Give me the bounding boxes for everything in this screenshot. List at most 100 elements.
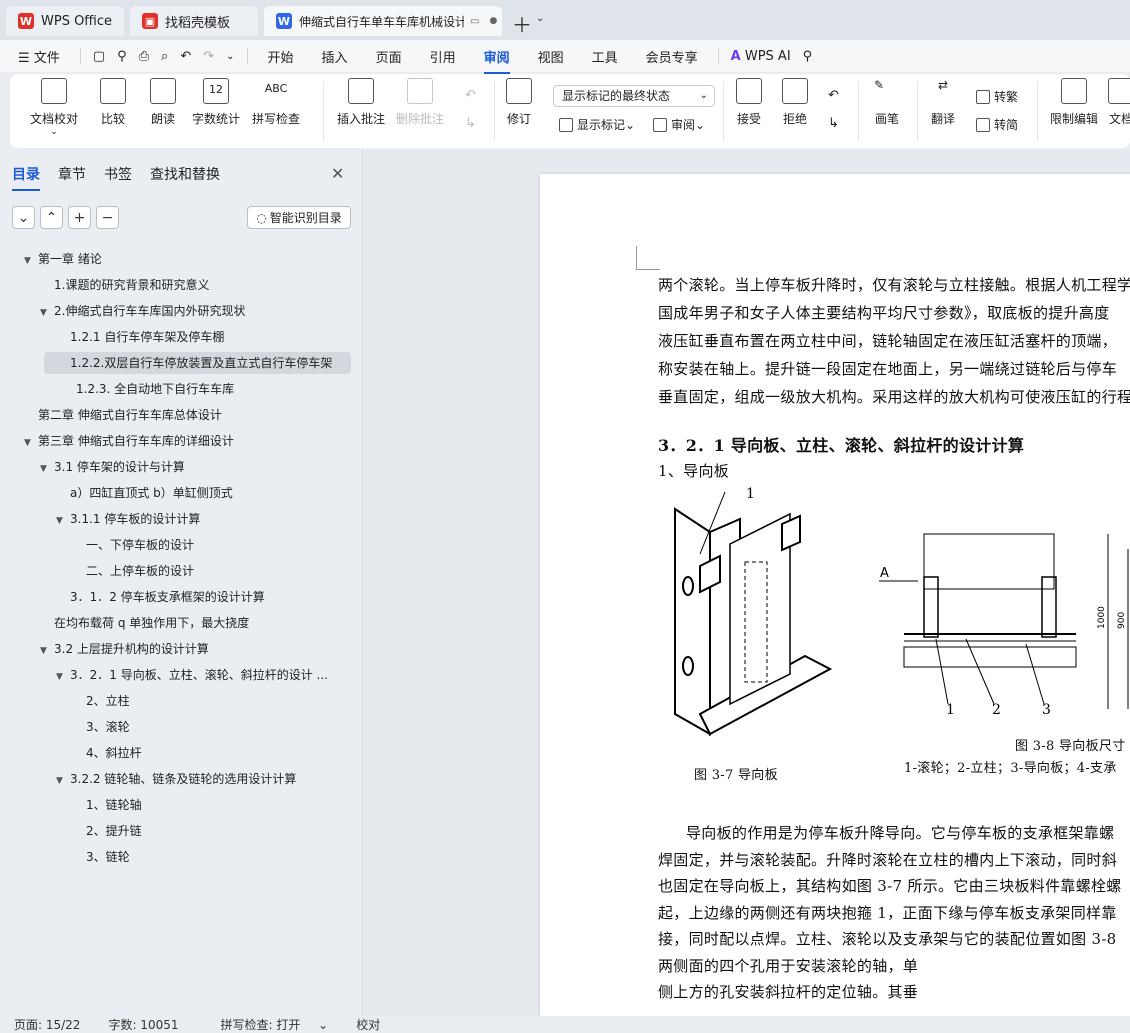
toc-item[interactable]: 1.2.1 自行车停车架及停车棚 [70, 326, 224, 348]
close-icon[interactable]: ✕ [331, 164, 344, 183]
add-heading-button[interactable]: + [68, 206, 91, 229]
read-aloud-button[interactable]: 朗读 [150, 78, 176, 127]
menu-start[interactable]: 开始 [254, 47, 308, 66]
toc-item[interactable]: 2、立柱 [86, 690, 130, 712]
accept-button[interactable]: 接受 [736, 78, 762, 127]
restrict-edit-button[interactable]: 限制编辑 [1050, 78, 1098, 127]
delete-comment-button[interactable]: 删除批注 [396, 78, 444, 127]
collapse-up-button[interactable]: ⌃ [40, 206, 63, 229]
prev-comment-icon[interactable]: ↶ [465, 88, 476, 103]
save-icon[interactable]: ▢ [87, 49, 111, 64]
show-markup-button[interactable]: 显示标记 ⌄ [559, 116, 635, 133]
toc-item[interactable]: ▼ 3.1 停车架的设计与计算 [40, 456, 185, 478]
markup-state-select[interactable]: 显示标记的最终状态 ⌄ [553, 85, 715, 107]
toc-item[interactable]: ▼ 3．2．1 导向板、立柱、滚轮、斜拉杆的设计 ... [56, 664, 328, 686]
expand-arrow-icon[interactable]: ▼ [56, 770, 70, 792]
tab-find-replace[interactable]: 查找和替换 [150, 164, 220, 191]
menu-review[interactable]: 审阅 [470, 47, 524, 74]
expand-arrow-icon[interactable]: ▼ [56, 666, 70, 688]
undo-icon[interactable]: ↶ [174, 49, 197, 64]
tab-chapters[interactable]: 章节 [58, 164, 86, 191]
expand-arrow-icon[interactable]: ▼ [24, 432, 38, 454]
tab-template[interactable]: ▣ 找稻壳模板 [130, 6, 258, 36]
to-simplified-button[interactable]: 转简 [976, 116, 1018, 133]
to-traditional-button[interactable]: 转繁 [976, 88, 1018, 105]
toc-item[interactable]: 第二章 伸缩式自行车车库总体设计 [38, 404, 222, 426]
proof-status[interactable]: 校对 [342, 1016, 394, 1033]
track-changes-button[interactable]: 修订 [506, 78, 532, 127]
expand-arrow-icon[interactable]: ▼ [40, 302, 54, 324]
toc-item-label: 第三章 伸缩式自行车车库的详细设计 [38, 434, 234, 448]
next-change-icon[interactable]: ↳ [828, 116, 839, 131]
more-chevron-icon[interactable]: ⌄ [220, 51, 240, 62]
chevron-down-icon[interactable]: ⌄ [536, 13, 544, 24]
toc-item[interactable]: 在均布载荷 q 单独作用下，最大挠度 [54, 612, 249, 634]
menu-insert[interactable]: 插入 [308, 47, 362, 66]
collapse-down-button[interactable]: ⌄ [12, 206, 35, 229]
expand-arrow-icon[interactable]: ▼ [40, 640, 54, 662]
menu-file[interactable]: ☰ 文件 [0, 47, 74, 66]
pen-button[interactable]: ✎ 画笔 [874, 78, 900, 127]
toc-item[interactable]: 2、提升链 [86, 820, 142, 842]
menu-page[interactable]: 页面 [362, 47, 416, 66]
text-line: 两个滚轮。当上停车板升降时，仅有滚轮与立柱接触。根据人机工程学 [658, 276, 1130, 294]
reject-button[interactable]: 拒绝 [782, 78, 808, 127]
spell-check-button[interactable]: ABC 拼写检查 [252, 78, 300, 127]
new-tab-icon[interactable]: ＋ [512, 9, 532, 38]
document-page[interactable]: 两个滚轮。当上停车板升降时，仅有滚轮与立柱接触。根据人机工程学 国成年男子和女子人… [540, 174, 1130, 1016]
expand-arrow-icon[interactable]: ▼ [40, 458, 54, 480]
toc-item[interactable]: ▼ 3.2 上层提升机构的设计计算 [40, 638, 209, 660]
toc-item[interactable]: 二、上停车板的设计 [86, 560, 194, 582]
toc-item[interactable]: ▼ 第一章 绪论 [24, 248, 102, 270]
page-indicator[interactable]: 页面: 15/22 [0, 1016, 94, 1033]
toc-item[interactable]: a）四缸直顶式 b）单缸侧顶式 [70, 482, 233, 504]
review-pane-button[interactable]: 审阅 ⌄ [653, 116, 705, 133]
print-preview-icon[interactable]: ⌕ [155, 49, 174, 64]
toc-item[interactable]: 3、滚轮 [86, 716, 130, 738]
smart-toc-button[interactable]: ◌ 智能识别目录 [247, 206, 351, 229]
next-comment-icon[interactable]: ↳ [465, 116, 476, 131]
tab-label: 找稻壳模板 [165, 15, 231, 31]
expand-arrow-icon[interactable]: ▼ [24, 250, 38, 272]
wps-ai-button[interactable]: A WPS AI [725, 49, 797, 64]
word-count[interactable]: 字数: 10051 [94, 1016, 192, 1033]
remove-heading-button[interactable]: − [96, 206, 119, 229]
insert-comment-button[interactable]: 插入批注 [337, 78, 385, 127]
toc-item[interactable]: ▼ 2.伸缩式自行车车库国内外研究现状 [40, 300, 245, 322]
toc-item[interactable]: 3．1．2 停车板支承框架的设计计算 [70, 586, 265, 608]
search-icon[interactable]: ⚲ [797, 49, 819, 64]
share-icon[interactable]: ⚲ [111, 49, 133, 64]
redo-icon[interactable]: ↷ [197, 49, 220, 64]
tab-bookmarks[interactable]: 书签 [104, 164, 132, 191]
toc-item[interactable]: ▼ 第三章 伸缩式自行车车库的详细设计 [24, 430, 234, 452]
translate-button[interactable]: ⇄ 翻译 [930, 78, 956, 127]
text-line: 国成年男子和女子人体主要结构平均尺寸参数》，取底板的提升高度 [658, 304, 1110, 322]
toc-item[interactable]: 1.课题的研究背景和研究意义 [54, 274, 209, 296]
menu-member[interactable]: 会员专享 [632, 47, 712, 66]
word-count-button[interactable]: 12 字数统计 [192, 78, 240, 127]
proofread-button[interactable]: 文档校对 ⌄ [30, 78, 78, 137]
toc-item[interactable]: 1.2.3. 全自动地下自行车车库 [76, 378, 234, 400]
menu-reference[interactable]: 引用 [416, 47, 470, 66]
prev-change-icon[interactable]: ↶ [828, 88, 839, 103]
section-heading: 3．2．1 导向板、立柱、滚轮、斜拉杆的设计计算 [658, 436, 1025, 455]
window-icon[interactable]: ▭ [470, 16, 479, 27]
toc-item[interactable]: 1、链轮轴 [86, 794, 142, 816]
toc-item[interactable]: 3、链轮 [86, 846, 130, 868]
compare-button[interactable]: 比较 [100, 78, 126, 127]
menu-tools[interactable]: 工具 [578, 47, 632, 66]
toc-item[interactable]: ▼ 3.1.1 停车板的设计计算 [56, 508, 200, 530]
toc-item[interactable]: 1.2.2.双层自行车停放装置及直立式自行车停车架 [44, 352, 351, 374]
toc-item[interactable]: 一、下停车板的设计 [86, 534, 194, 556]
toc-item[interactable]: 4、斜拉杆 [86, 742, 142, 764]
tab-wps-office[interactable]: W WPS Office [6, 6, 124, 36]
tab-document[interactable]: W 伸缩式自行车单车车库机械设计 ▭ ● [264, 6, 502, 36]
expand-arrow-icon[interactable]: ▼ [56, 510, 70, 532]
tab-toc[interactable]: 目录 [12, 164, 40, 191]
spell-check-status[interactable]: 拼写检查: 打开 ⌄ [193, 1016, 343, 1033]
toc-item[interactable]: ▼ 3.2.2 链轮轴、链条及链轮的选用设计计算 [56, 768, 296, 790]
print-icon[interactable]: ⎙ [133, 49, 155, 64]
document-button[interactable]: 文档 [1108, 78, 1130, 127]
unsaved-dot-icon[interactable]: ● [489, 16, 497, 26]
menu-view[interactable]: 视图 [524, 47, 578, 66]
